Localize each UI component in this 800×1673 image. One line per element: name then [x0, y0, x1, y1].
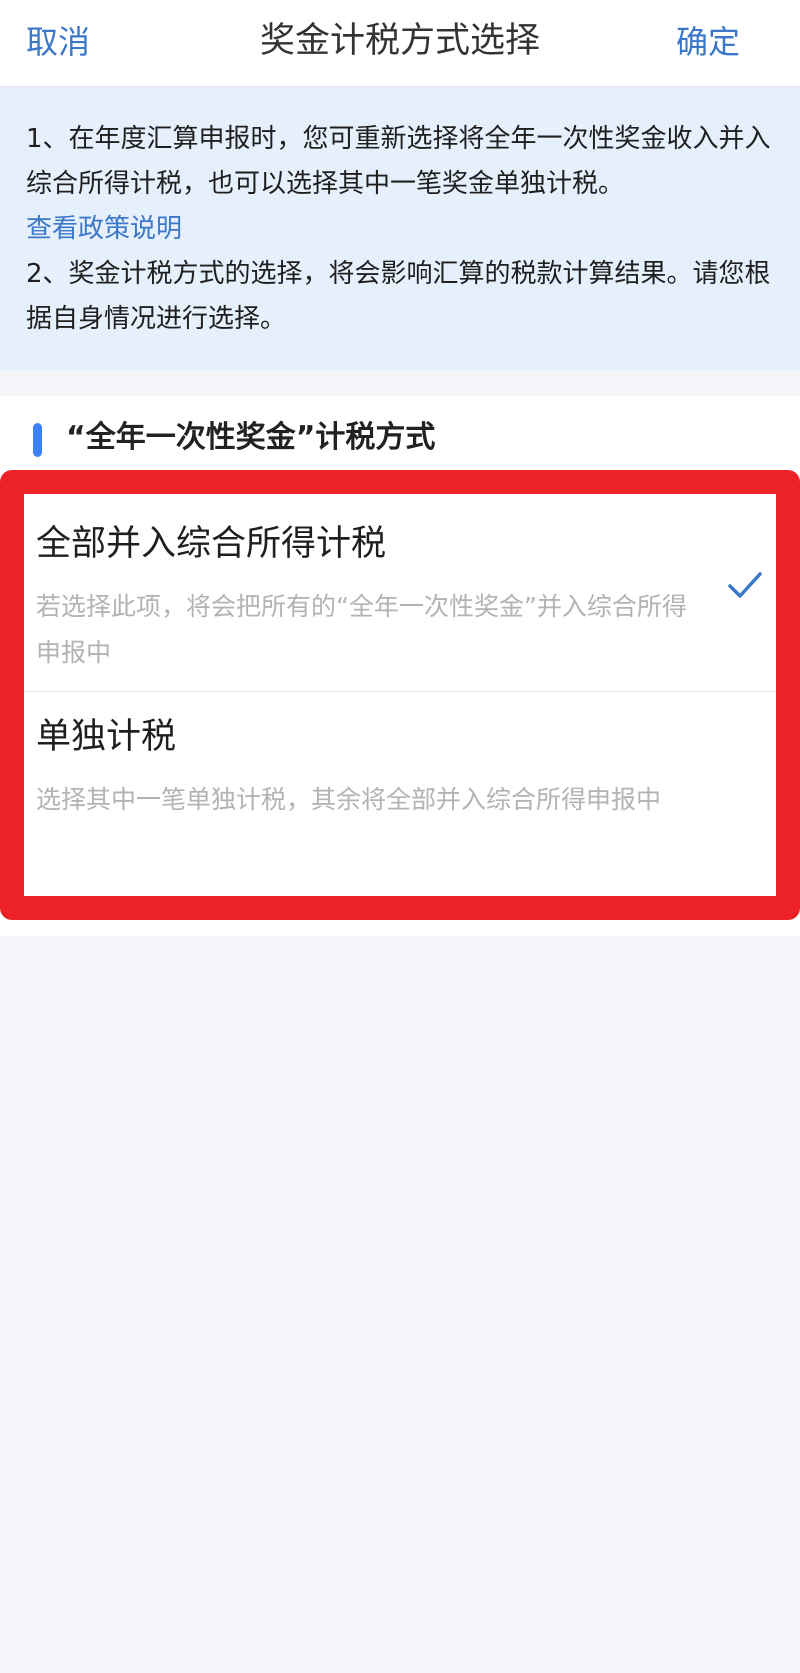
confirm-button[interactable]: 确定: [676, 20, 740, 64]
section-title: “全年一次性奖金”计税方式: [66, 420, 436, 455]
policy-link[interactable]: 查看政策说明: [26, 207, 774, 252]
notice-panel: 1、在年度汇算申报时，您可重新选择将全年一次性奖金收入并入综合所得计税，也可以选…: [0, 87, 800, 370]
options-highlight-frame: 全部并入综合所得计税 若选择此项，将会把所有的“全年一次性奖金”并入综合所得申报…: [0, 470, 800, 920]
option-title: 单独计税: [36, 717, 177, 757]
notice-line-1: 1、在年度汇算申报时，您可重新选择将全年一次性奖金收入并入综合所得计税，也可以选…: [26, 124, 771, 199]
option-description: 选择其中一笔单独计税，其余将全部并入综合所得申报中: [36, 785, 662, 814]
notice-line-2: 2、奖金计税方式的选择，将会影响汇算的税款计算结果。请您根据自身情况进行选择。: [26, 259, 771, 334]
section-accent-bar: [33, 423, 42, 457]
section-header: “全年一次性奖金”计税方式: [0, 396, 800, 476]
checkmark-icon: [728, 572, 762, 598]
top-bar: 取消 奖金计税方式选择 确定: [0, 0, 800, 87]
option-separate[interactable]: 单独计税 选择其中一笔单独计税，其余将全部并入综合所得申报中: [24, 693, 776, 893]
option-title: 全部并入综合所得计税: [36, 524, 387, 564]
option-merge-all[interactable]: 全部并入综合所得计税 若选择此项，将会把所有的“全年一次性奖金”并入综合所得申报…: [24, 494, 776, 692]
option-description: 若选择此项，将会把所有的“全年一次性奖金”并入综合所得申报中: [36, 592, 687, 667]
